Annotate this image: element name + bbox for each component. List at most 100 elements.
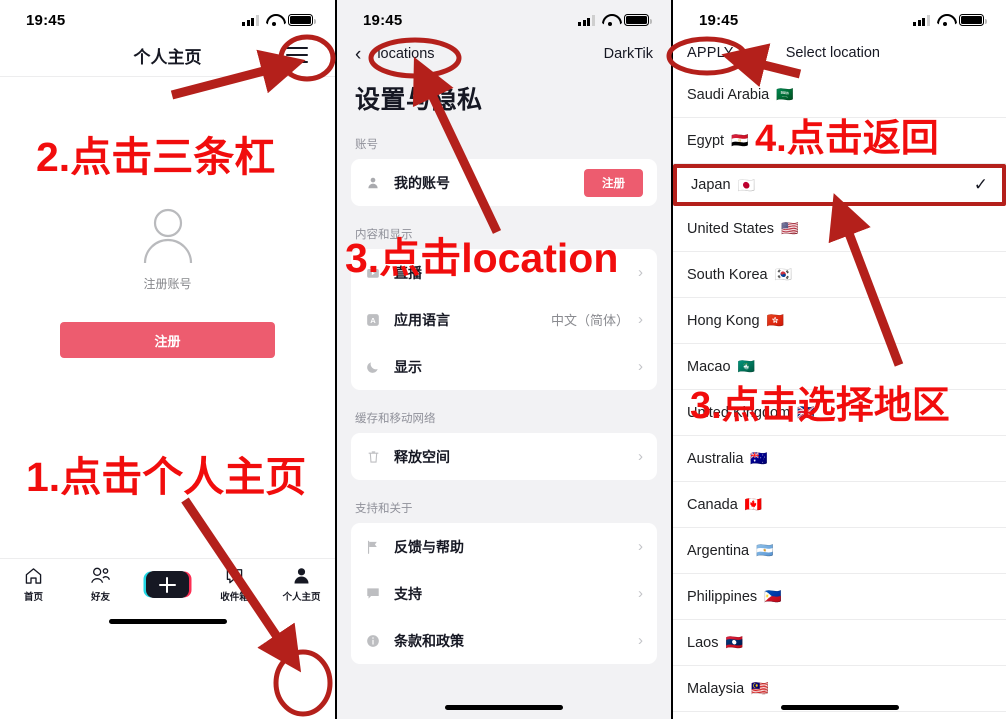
- checkmark-icon: ✓: [973, 175, 988, 194]
- country-flag-icon: 🇯🇵: [737, 176, 755, 193]
- friends-icon: [91, 567, 110, 583]
- location-row[interactable]: Philippines 🇵🇭: [673, 574, 1006, 620]
- location-row[interactable]: Canada 🇨🇦: [673, 482, 1006, 528]
- hamburger-menu-icon[interactable]: [286, 47, 308, 63]
- chevron-right-icon: ›: [638, 311, 643, 328]
- signup-button[interactable]: 注册: [60, 322, 275, 358]
- display-moon-icon: [365, 359, 381, 375]
- status-bar: 19:45: [0, 0, 335, 34]
- location-row[interactable]: Australia 🇦🇺: [673, 436, 1006, 482]
- chevron-right-icon: ›: [638, 358, 643, 375]
- section-title-content-display: 内容和显示: [355, 229, 413, 241]
- chevron-right-icon: ›: [638, 538, 643, 555]
- home-indicator: [108, 619, 227, 624]
- location-row[interactable]: Macao 🇲🇴: [673, 344, 1006, 390]
- location-name: Japan: [691, 177, 731, 193]
- location-row[interactable]: Egypt 🇪🇬: [673, 118, 1006, 164]
- settings-row-feedback-help[interactable]: 反馈与帮助 ›: [351, 523, 657, 570]
- settings-card-account: 我的账号 注册: [351, 159, 657, 206]
- page-title: 个人主页: [133, 47, 202, 67]
- panel-settings-screen: 19:45 ‹ locations DarkTik 设置与隐私 账号 我的账号 …: [337, 0, 671, 719]
- country-flag-icon: 🇨🇦: [744, 496, 763, 512]
- create-plus-icon[interactable]: [146, 571, 189, 598]
- location-name: Australia: [687, 450, 744, 467]
- location-row[interactable]: Japan 🇯🇵 ✓: [673, 164, 1006, 206]
- tab-create[interactable]: [134, 571, 201, 598]
- location-row[interactable]: United States 🇺🇸: [673, 206, 1006, 252]
- country-flag-icon: 🇵🇭: [764, 588, 782, 604]
- trash-icon: [365, 449, 381, 465]
- section-title-support-about: 支持和关于: [355, 503, 413, 515]
- chevron-right-icon: ›: [638, 585, 643, 602]
- avatar-block: 注册账号: [0, 203, 335, 292]
- settings-row-display[interactable]: 显示 ›: [351, 343, 657, 390]
- location-name: Saudi Arabia: [687, 86, 770, 103]
- section-title-cache-network: 缓存和移动网络: [355, 413, 436, 425]
- settings-card-cache: 释放空间 ›: [351, 433, 657, 480]
- location-row[interactable]: Argentina 🇦🇷: [673, 528, 1006, 574]
- apply-button[interactable]: APPLY: [687, 45, 734, 61]
- settings-nav-bar: ‹ locations DarkTik: [337, 34, 671, 74]
- settings-row-live[interactable]: 直播 ›: [351, 249, 657, 296]
- tab-friends[interactable]: 好友: [67, 566, 134, 603]
- live-icon: [365, 265, 381, 281]
- location-list[interactable]: Saudi Arabia 🇸🇦 Egypt 🇪🇬 Japan 🇯🇵 ✓ United Stat…: [673, 72, 1006, 712]
- breadcrumb-locations[interactable]: locations: [377, 46, 434, 62]
- location-row[interactable]: Laos 🇱🇦: [673, 620, 1006, 666]
- inbox-icon: [226, 569, 243, 584]
- person-avatar-icon: [143, 208, 192, 264]
- country-flag-icon: 🇲🇴: [737, 358, 755, 374]
- settings-row-label: 应用语言: [394, 311, 450, 328]
- chevron-right-icon: ›: [638, 264, 643, 281]
- location-name: United Kingdom: [687, 404, 791, 421]
- status-bar: 19:45: [673, 0, 1006, 34]
- tab-profile-label: 个人主页: [282, 592, 321, 603]
- tab-inbox[interactable]: 收件箱: [201, 566, 268, 603]
- profile-body: 注册账号 注册 首页 好友 收件箱 个人主页: [0, 77, 335, 632]
- status-icons: [913, 14, 987, 26]
- svg-text:A: A: [370, 315, 376, 324]
- location-row[interactable]: South Korea 🇰🇷: [673, 252, 1006, 298]
- tab-home-label: 首页: [23, 592, 43, 603]
- account-signup-button[interactable]: 注册: [584, 168, 643, 197]
- settings-row-support[interactable]: 支持 ›: [351, 570, 657, 617]
- wifi-icon: [602, 14, 618, 26]
- location-name: South Korea: [687, 266, 768, 283]
- language-icon: A: [365, 312, 381, 328]
- location-name: Macao: [687, 358, 731, 375]
- wifi-icon: [937, 14, 953, 26]
- avatar-label: 注册账号: [143, 277, 192, 291]
- location-row[interactable]: Hong Kong 🇭🇰: [673, 298, 1006, 344]
- settings-row-label: 反馈与帮助: [394, 538, 464, 555]
- tab-home[interactable]: 首页: [0, 566, 67, 603]
- country-flag-icon: 🇸🇦: [776, 86, 794, 102]
- settings-row-my-account[interactable]: 我的账号 注册: [351, 159, 657, 206]
- location-name: Argentina: [687, 542, 750, 559]
- app-brand-label: DarkTik: [603, 46, 653, 62]
- status-time: 19:45: [699, 11, 739, 29]
- cellular-signal-icon: [913, 14, 931, 26]
- settings-row-app-language[interactable]: A 应用语言 中文（简体） ›: [351, 296, 657, 343]
- chevron-left-icon[interactable]: ‹: [355, 45, 361, 64]
- cellular-signal-icon: [578, 14, 596, 26]
- chevron-right-icon: ›: [638, 448, 643, 465]
- settings-row-label: 我的账号: [394, 174, 450, 191]
- location-name: Malaysia: [687, 680, 745, 697]
- home-icon: [25, 568, 42, 584]
- location-row[interactable]: United Kingdom 🇬🇧: [673, 390, 1006, 436]
- page-title: Select location: [785, 45, 880, 61]
- settings-heading: 设置与隐私: [355, 86, 483, 114]
- tutorial-screenshot-collage: 19:45 个人主页 注册账号 注册 首页 好友 收件箱 个人主页 19:45 …: [0, 0, 1006, 719]
- location-name: Hong Kong: [687, 312, 760, 329]
- country-flag-icon: 🇦🇷: [756, 542, 774, 558]
- tab-inbox-label: 收件箱: [220, 592, 249, 603]
- status-icons: [242, 14, 316, 26]
- tab-friends-label: 好友: [90, 592, 110, 603]
- location-row[interactable]: Saudi Arabia 🇸🇦: [673, 72, 1006, 118]
- country-flag-icon: 🇦🇺: [750, 450, 768, 466]
- settings-row-terms-policies[interactable]: 条款和政策 ›: [351, 617, 657, 664]
- settings-row-label: 释放空间: [394, 448, 450, 465]
- battery-icon: [959, 14, 987, 26]
- settings-row-free-up-space[interactable]: 释放空间 ›: [351, 433, 657, 480]
- tab-profile[interactable]: 个人主页: [268, 566, 335, 603]
